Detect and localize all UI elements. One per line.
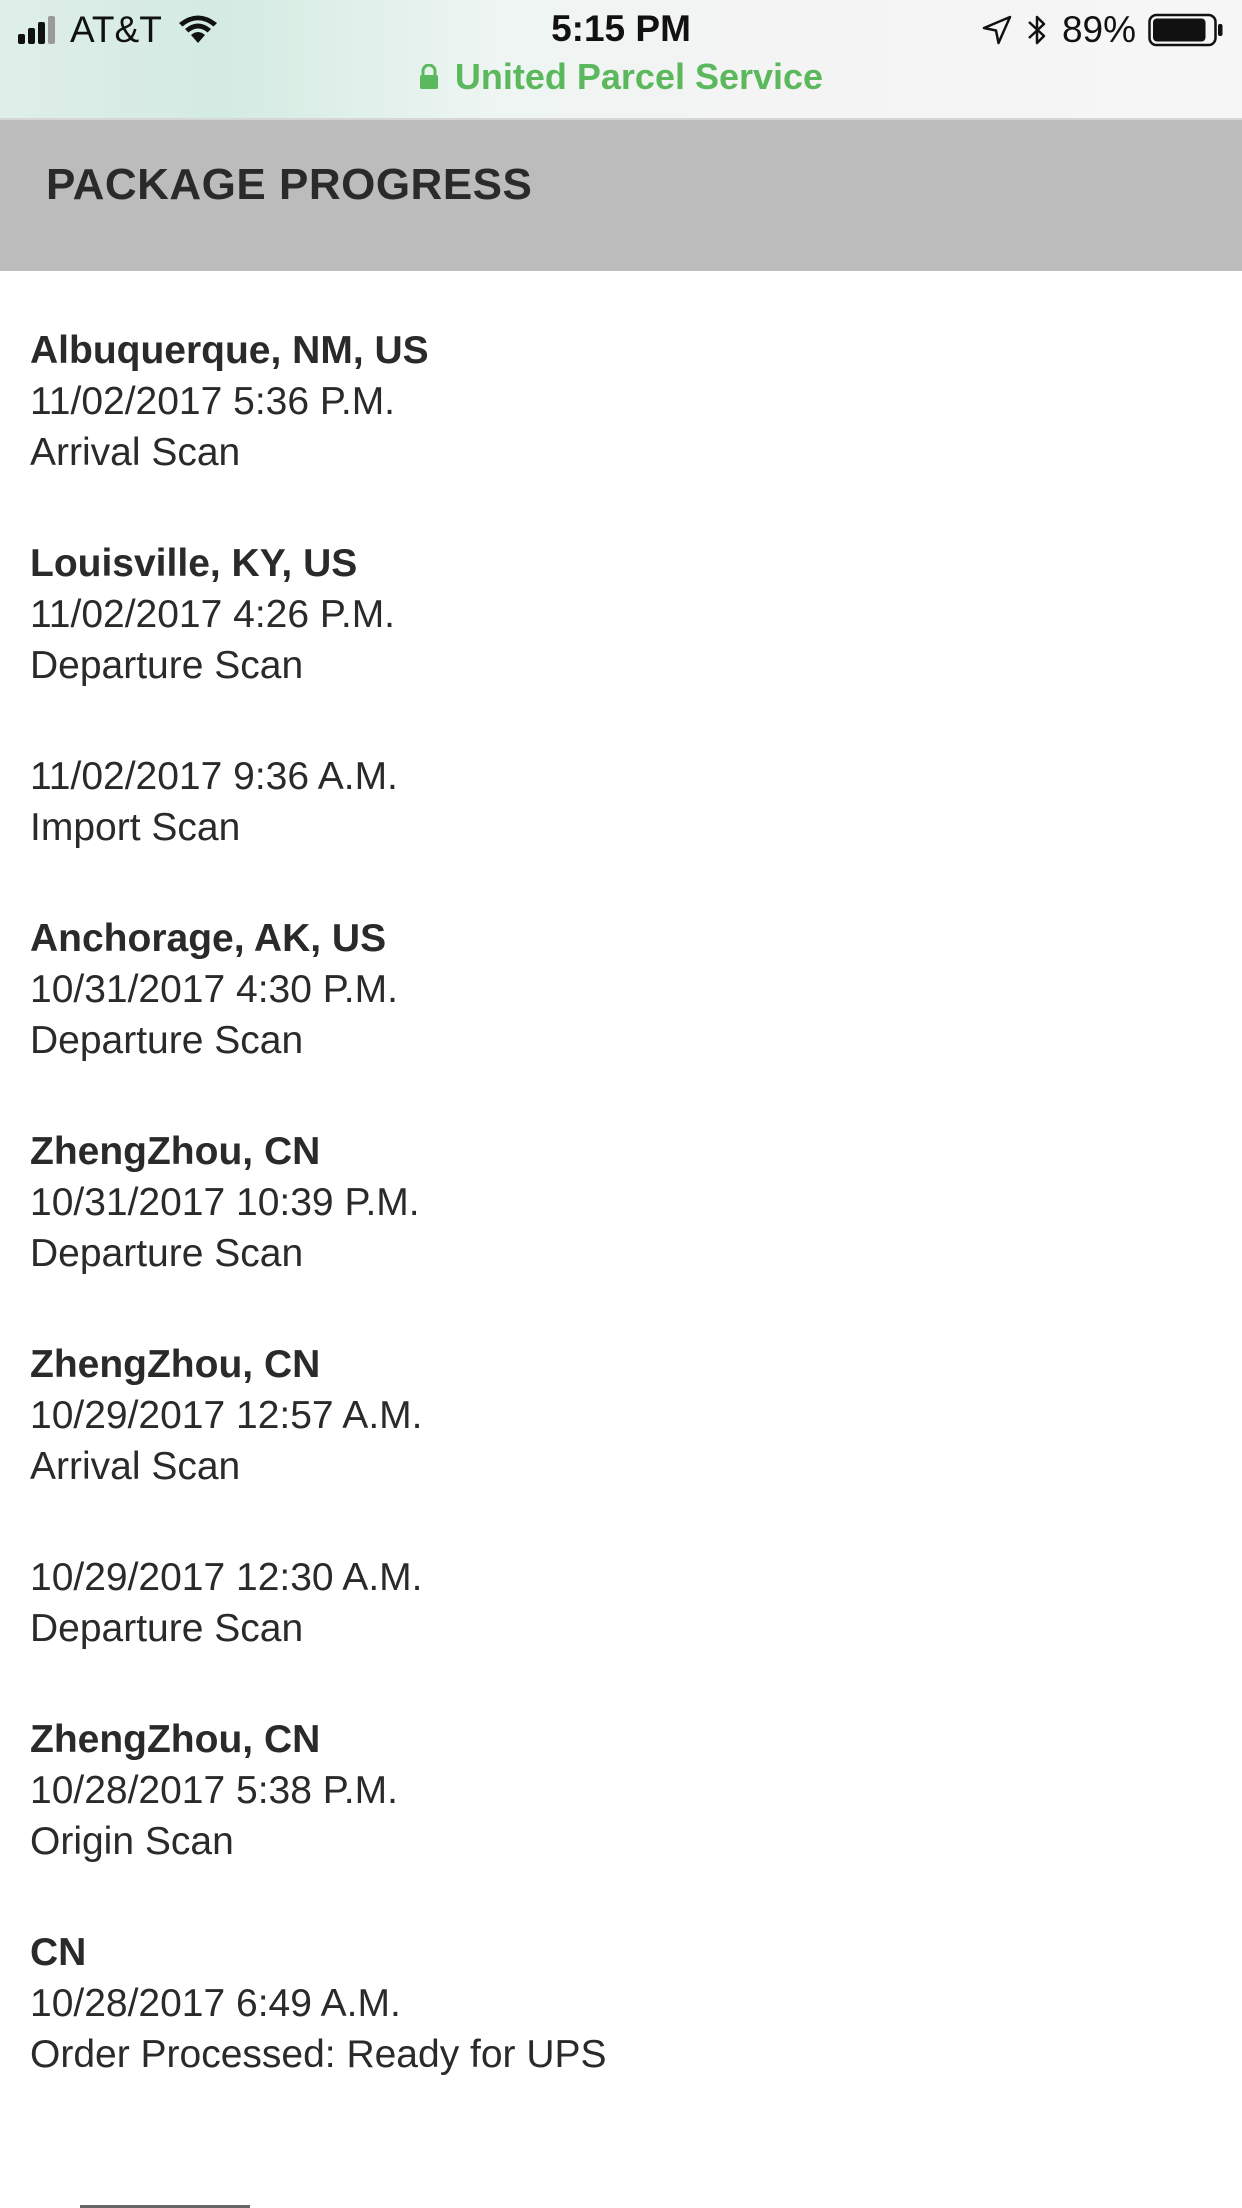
entry-activity: Departure Scan: [30, 644, 304, 687]
location-arrow-icon: [982, 15, 1012, 45]
entry-activity: Order Processed: Ready for UPS: [30, 2033, 607, 2076]
entry-location: CN: [30, 1931, 87, 1974]
entry-datetime: 10/31/2017 10:39 P.M.: [30, 1181, 420, 1224]
status-right: 89%: [982, 8, 1224, 52]
progress-entry: ZhengZhou, CN 10/31/2017 10:39 P.M. Depa…: [30, 1126, 1210, 1279]
bluetooth-icon: [1028, 15, 1046, 45]
entry-datetime: 11/02/2017 9:36 A.M.: [30, 755, 398, 798]
entry-activity: Origin Scan: [30, 1820, 234, 1863]
entry-activity: Import Scan: [30, 806, 241, 849]
entry-datetime: 10/28/2017 5:38 P.M.: [30, 1769, 398, 1812]
entry-datetime: 10/31/2017 4:30 P.M.: [30, 968, 398, 1011]
page-title: PACKAGE PROGRESS: [46, 160, 533, 209]
entry-location: Louisville, KY, US: [30, 542, 358, 585]
lock-icon: [419, 64, 438, 89]
progress-entry: 11/02/2017 9:36 A.M. Import Scan: [30, 751, 1210, 853]
entry-datetime: 10/29/2017 12:57 A.M.: [30, 1394, 423, 1437]
progress-entry: CN 10/28/2017 6:49 A.M. Order Processed:…: [30, 1927, 1210, 2080]
progress-entry: 10/29/2017 12:30 A.M. Departure Scan: [30, 1552, 1210, 1654]
progress-entry: Louisville, KY, US 11/02/2017 4:26 P.M. …: [30, 538, 1210, 691]
entry-activity: Departure Scan: [30, 1019, 304, 1062]
entry-location: Anchorage, AK, US: [30, 917, 387, 960]
entry-datetime: 11/02/2017 5:36 P.M.: [30, 380, 396, 423]
entry-activity: Departure Scan: [30, 1607, 304, 1650]
progress-entry: Albuquerque, NM, US 11/02/2017 5:36 P.M.…: [30, 325, 1210, 478]
progress-entry: ZhengZhou, CN 10/29/2017 12:57 A.M. Arri…: [30, 1339, 1210, 1492]
entry-activity: Arrival Scan: [30, 1445, 241, 1488]
address-bar[interactable]: United Parcel Service: [0, 56, 1242, 98]
entry-location: ZhengZhou, CN: [30, 1343, 321, 1386]
package-progress-header: PACKAGE PROGRESS: [0, 120, 1242, 271]
progress-entry: ZhengZhou, CN 10/28/2017 5:38 P.M. Origi…: [30, 1714, 1210, 1867]
entry-location: ZhengZhou, CN: [30, 1718, 321, 1761]
site-title: United Parcel Service: [454, 56, 824, 97]
page: AT&T 5:15 PM United Parcel Service 89% P…: [0, 0, 1242, 2208]
entry-location: Albuquerque, NM, US: [30, 329, 429, 372]
battery-percent: 89%: [1061, 9, 1136, 50]
entry-datetime: 10/28/2017 6:49 A.M.: [30, 1982, 401, 2025]
entry-datetime: 10/29/2017 12:30 A.M.: [30, 1556, 423, 1599]
battery-icon: [1148, 13, 1223, 47]
entry-location: ZhengZhou, CN: [30, 1130, 321, 1173]
entry-datetime: 11/02/2017 4:26 P.M.: [30, 593, 396, 636]
entry-activity: Arrival Scan: [30, 431, 241, 474]
progress-entry: Anchorage, AK, US 10/31/2017 4:30 P.M. D…: [30, 913, 1210, 1066]
entry-activity: Departure Scan: [30, 1232, 304, 1275]
status-bar: AT&T 5:15 PM United Parcel Service 89%: [0, 0, 1242, 120]
